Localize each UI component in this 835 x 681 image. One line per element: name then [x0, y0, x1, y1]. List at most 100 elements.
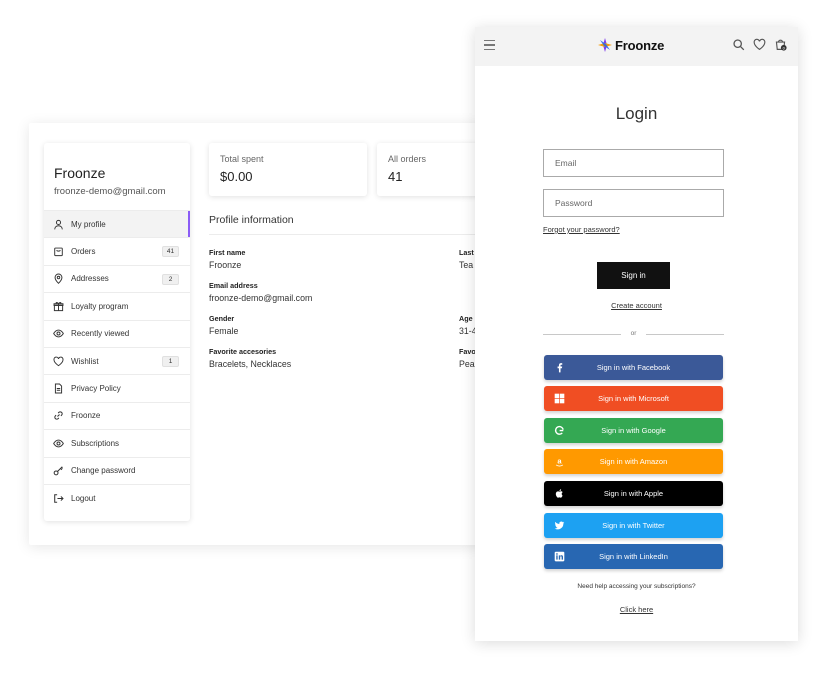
- sidebar-item-label: Addresses: [71, 274, 109, 284]
- eye-icon: [53, 328, 64, 339]
- sidebar-item-my-profile[interactable]: My profile: [44, 210, 190, 238]
- field-label: Gender: [209, 314, 235, 323]
- field-value: froonze-demo@gmail.com: [209, 293, 313, 303]
- sidebar-item-change-password[interactable]: Change password: [44, 456, 190, 484]
- bag-icon: [53, 246, 64, 257]
- profile-field-age: Age 31-4: [459, 314, 477, 336]
- orders-count-badge: 41: [162, 246, 179, 258]
- eye-icon: [53, 438, 64, 449]
- button-label: Sign in with Google: [601, 426, 666, 435]
- button-label: Sign in with LinkedIn: [599, 552, 668, 561]
- logo-text: Froonze: [615, 37, 665, 53]
- twitter-icon: [554, 520, 565, 531]
- heart-icon[interactable]: [753, 38, 766, 51]
- sidebar-item-label: Subscriptions: [71, 438, 120, 448]
- sidebar-item-label: My profile: [71, 219, 106, 229]
- sidebar-item-subscriptions[interactable]: Subscriptions: [44, 429, 190, 456]
- forgot-password-link[interactable]: Forgot your password?: [543, 225, 620, 234]
- create-account-row: Create account: [475, 301, 798, 310]
- sidebar-item-label: Change password: [71, 466, 136, 476]
- menu-icon[interactable]: [484, 40, 495, 51]
- link-icon: [53, 410, 64, 421]
- google-sign-in-button[interactable]: Sign in with Google: [544, 418, 723, 443]
- apple-icon: [554, 488, 565, 499]
- sidebar-item-privacy-policy[interactable]: Privacy Policy: [44, 374, 190, 401]
- customer-email: froonze-demo@gmail.com: [54, 186, 166, 197]
- button-label: Sign in with Twitter: [602, 521, 665, 530]
- linkedin-icon: [554, 551, 565, 562]
- sidebar-item-froonze[interactable]: Froonze: [44, 401, 190, 429]
- field-label: Favo: [459, 347, 476, 356]
- field-value: 31-4: [459, 326, 477, 336]
- field-value: Froonze: [209, 260, 242, 270]
- click-here-link[interactable]: Click here: [475, 605, 798, 614]
- addresses-count-badge: 2: [162, 273, 179, 285]
- customer-name: Froonze: [54, 165, 106, 181]
- apple-sign-in-button[interactable]: Sign in with Apple: [544, 481, 723, 506]
- sidebar-item-addresses[interactable]: Addresses 2: [44, 264, 190, 292]
- sidebar-item-recently-viewed[interactable]: Recently viewed: [44, 319, 190, 347]
- divider-line-right: [646, 334, 724, 335]
- wishlist-count-badge: 1: [162, 355, 179, 367]
- button-label: Sign in with Microsoft: [598, 394, 669, 403]
- key-icon: [53, 465, 64, 476]
- sidebar-item-label: Froonze: [71, 411, 101, 421]
- page-title: Login: [615, 104, 658, 123]
- profile-field-first-name: First name Froonze: [209, 248, 245, 270]
- sidebar-item-label: Privacy Policy: [71, 384, 121, 394]
- field-label: Last: [459, 248, 474, 257]
- field-label: Age: [459, 314, 473, 323]
- profile-field-last-name: Last Tea: [459, 248, 474, 270]
- location-pin-icon: [53, 273, 64, 285]
- or-divider: or: [543, 330, 724, 338]
- sidebar-item-label: Recently viewed: [71, 329, 130, 339]
- microsoft-sign-in-button[interactable]: Sign in with Microsoft: [544, 386, 723, 411]
- document-icon: [53, 383, 64, 394]
- sidebar-item-label: Loyalty program: [71, 301, 129, 311]
- field-value: Bracelets, Necklaces: [209, 359, 292, 369]
- sidebar-item-orders[interactable]: Orders 41: [44, 237, 190, 264]
- amazon-icon: a: [554, 456, 565, 467]
- twitter-sign-in-button[interactable]: Sign in with Twitter: [544, 513, 723, 538]
- microsoft-icon: [554, 393, 565, 404]
- email-field[interactable]: [543, 149, 724, 177]
- cart-icon[interactable]: 0: [774, 38, 787, 51]
- profile-field-favorite: Favo Pea: [459, 347, 476, 369]
- field-value: Tea: [459, 260, 474, 270]
- user-icon: [53, 219, 64, 230]
- account-sidebar: Froonze froonze-demo@gmail.com My profil…: [44, 143, 190, 521]
- sidebar-item-label: Logout: [71, 493, 96, 503]
- search-icon[interactable]: [732, 38, 745, 51]
- stat-label: Total spent: [220, 154, 264, 164]
- gift-icon: [53, 301, 64, 312]
- sidebar-item-logout[interactable]: Logout: [44, 483, 190, 511]
- linkedin-sign-in-button[interactable]: Sign in with LinkedIn: [544, 544, 723, 569]
- sidebar-item-label: Orders: [71, 247, 96, 257]
- button-label: Sign in with Amazon: [599, 457, 668, 466]
- stat-value: $0.00: [220, 169, 253, 184]
- button-label: Sign in with Apple: [603, 489, 664, 498]
- facebook-sign-in-button[interactable]: Sign in with Facebook: [544, 355, 723, 380]
- profile-field-favorite-accessories: Favorite accesories Bracelets, Necklaces: [209, 347, 291, 369]
- facebook-icon: [554, 362, 565, 373]
- profile-field-gender: Gender Female: [209, 314, 238, 336]
- svg-text:a: a: [557, 457, 562, 466]
- sidebar-item-wishlist[interactable]: Wishlist 1: [44, 346, 190, 374]
- store-logo[interactable]: Froonze: [597, 37, 664, 53]
- google-icon: [554, 425, 565, 436]
- heart-icon: [53, 356, 64, 367]
- sidebar-item-loyalty-program[interactable]: Loyalty program: [44, 292, 190, 319]
- create-account-link[interactable]: Create account: [611, 301, 662, 310]
- amazon-sign-in-button[interactable]: a Sign in with Amazon: [544, 449, 723, 474]
- field-label: Favorite accesories: [209, 347, 277, 356]
- field-value: Pea: [459, 359, 475, 369]
- password-field[interactable]: [543, 189, 724, 217]
- header-actions: 0: [732, 38, 787, 51]
- sidebar-item-label: Wishlist: [71, 356, 99, 366]
- login-panel: Froonze 0 Login Forgot your password? Si…: [475, 27, 798, 641]
- sign-in-button[interactable]: Sign in: [597, 262, 670, 289]
- profile-section-title: Profile information: [209, 214, 294, 226]
- button-label: Sign in with Facebook: [596, 363, 671, 372]
- profile-field-email: Email address froonze-demo@gmail.com: [209, 281, 312, 303]
- logout-icon: [53, 493, 64, 504]
